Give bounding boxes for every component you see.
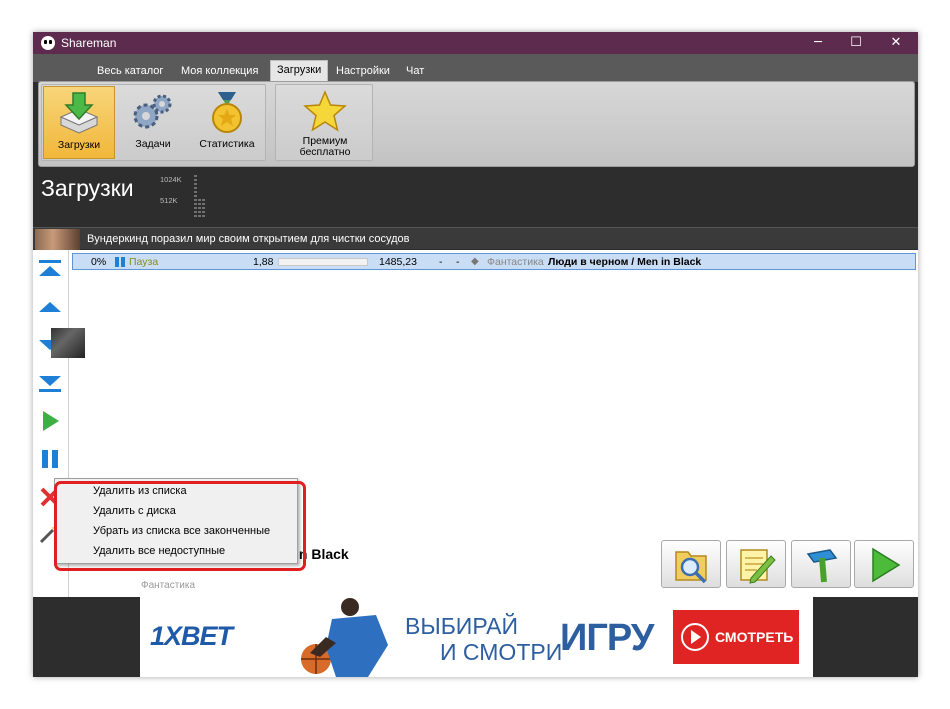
pause-icon[interactable]	[39, 448, 61, 470]
menu-bar: Весь каталог Моя коллекция Загрузки Наст…	[33, 54, 918, 82]
ad-play-icon	[681, 623, 709, 651]
ad-line-3: ИГРУ	[560, 617, 654, 659]
news-text[interactable]: Вундеркинд поразил мир своим открытием д…	[87, 233, 409, 245]
download-genre: Фантастика	[487, 256, 544, 268]
news-ticker[interactable]: Вундеркинд поразил мир своим открытием д…	[33, 227, 918, 250]
start-icon[interactable]	[39, 410, 61, 432]
title-bar: Shareman ─ ☐ ✕	[33, 32, 918, 54]
download-progress-bar	[278, 258, 368, 266]
minimize-button[interactable]: ─	[798, 32, 838, 54]
download-percent: 0%	[91, 256, 107, 268]
download-size: 1485,23	[379, 256, 417, 268]
tab-downloads[interactable]: Загрузки	[270, 60, 329, 82]
move-up-icon[interactable]	[39, 296, 61, 318]
page-title: Загрузки	[41, 175, 134, 201]
download-title: Люди в черном / Men in Black	[548, 256, 702, 268]
app-logo-icon	[41, 36, 55, 50]
ribbon-tasks-label: Задачи	[135, 138, 171, 150]
notepad-pencil-icon	[740, 549, 776, 584]
genre-diamond-icon: ◆	[471, 256, 479, 267]
speed-label-low: 512K	[160, 196, 178, 205]
download-tray-icon	[59, 92, 99, 134]
tools-button[interactable]	[791, 540, 851, 588]
ad-cta-label: СМОТРЕТЬ	[715, 629, 794, 645]
speed-meter	[194, 175, 205, 217]
premium-line-2: бесплатно	[299, 146, 351, 158]
page-header: Загрузки 1024K 512K	[33, 169, 918, 225]
ribbon-toolbar: Загрузки Задачи Статистика Премиум беспл…	[38, 81, 915, 167]
ribbon-downloads-button[interactable]: Загрузки	[43, 86, 115, 159]
selected-movie-genre: Фантастика	[141, 580, 196, 591]
ad-line-2: И СМОТРИ	[440, 639, 563, 665]
speed-label-high: 1024K	[160, 175, 182, 184]
tab-my-collection[interactable]: Моя коллекция	[175, 62, 264, 82]
ad-line-1: ВЫБИРАЙ	[405, 613, 519, 639]
ad-brand: 1XBET	[150, 621, 233, 651]
medal-icon	[212, 92, 242, 133]
news-thumbnail	[35, 229, 80, 250]
open-folder-button[interactable]	[661, 540, 721, 588]
folder-search-icon	[675, 551, 707, 584]
download-time: -	[456, 256, 460, 268]
ad-banner[interactable]: 1XBET ВЫБИРАЙ И СМОТРИ ИГРУ СМОТРЕТЬ	[140, 597, 813, 677]
red-highlight-frame	[54, 481, 306, 571]
ad-watch-button[interactable]: СМОТРЕТЬ	[673, 610, 799, 664]
ribbon-premium-button[interactable]: Премиум бесплатно	[283, 86, 367, 159]
app-window: Shareman ─ ☐ ✕ Весь каталог Моя коллекци…	[33, 32, 918, 677]
ribbon-statistics-label: Статистика	[199, 138, 255, 150]
paused-status-icon	[115, 257, 125, 267]
play-icon	[872, 547, 901, 583]
hammer-icon	[806, 549, 838, 583]
basketball-player-image	[301, 598, 388, 677]
ribbon-statistics-button[interactable]: Статистика	[191, 86, 263, 159]
tab-catalog[interactable]: Весь каталог	[91, 62, 169, 82]
play-button[interactable]	[854, 540, 914, 588]
move-to-bottom-icon[interactable]	[39, 372, 61, 394]
selected-movie-thumbnail	[51, 328, 85, 358]
ribbon-downloads-label: Загрузки	[57, 139, 101, 151]
maximize-button[interactable]: ☐	[836, 32, 876, 54]
tab-settings[interactable]: Настройки	[330, 62, 396, 82]
window-title: Shareman	[61, 36, 117, 50]
download-status: Пауза	[129, 256, 159, 268]
ad-bar: 1XBET ВЫБИРАЙ И СМОТРИ ИГРУ СМОТРЕТЬ	[33, 597, 918, 677]
close-button[interactable]: ✕	[876, 32, 916, 54]
gears-icon	[133, 94, 172, 129]
ribbon-tasks-button[interactable]: Задачи	[117, 86, 189, 159]
edit-button[interactable]	[726, 540, 786, 588]
tab-chat[interactable]: Чат	[400, 62, 430, 82]
download-speed: -	[439, 256, 443, 268]
move-to-top-icon[interactable]	[39, 258, 61, 280]
download-row[interactable]: 0% Пауза 1,88 1485,23 - - ◆ Фантастика Л…	[72, 253, 916, 270]
ribbon-premium-label: Премиум бесплатно	[283, 136, 367, 158]
star-icon	[303, 90, 347, 132]
download-downloaded: 1,88	[253, 256, 274, 268]
